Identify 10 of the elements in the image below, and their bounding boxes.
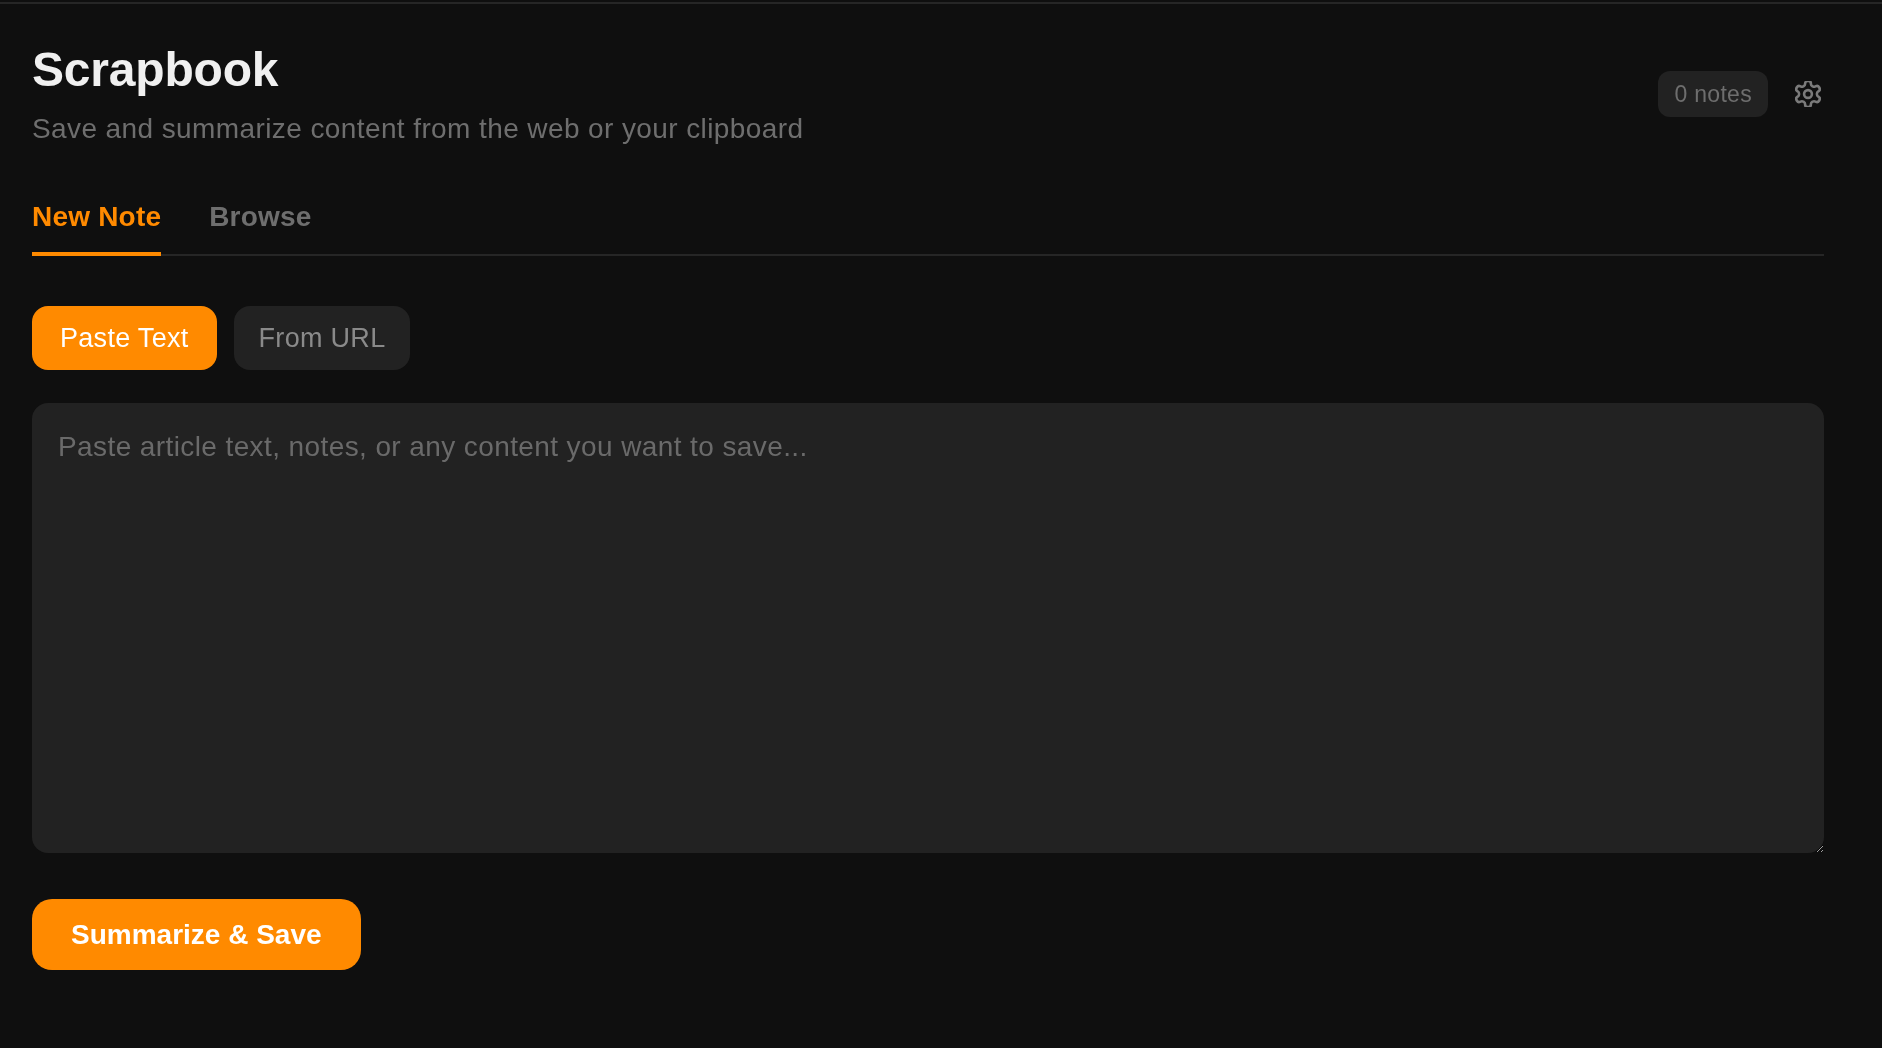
mode-toggle-button[interactable]: From URL: [233, 306, 411, 370]
settings-icon[interactable]: [1795, 81, 1821, 107]
content-field[interactable]: Paste article text, notes, or any content you want to save...: [32, 403, 1824, 853]
tab[interactable]: New Note: [32, 198, 162, 256]
summarize-save-button[interactable]: Summarize & Save: [32, 899, 361, 970]
app-subtitle: Save and summarize content from the web or your clipboard: [32, 113, 804, 145]
app-title: Scrapbook: [32, 42, 279, 98]
tab[interactable]: Browse: [209, 198, 312, 256]
note-count-badge: 0 notes: [1658, 71, 1768, 117]
mode-toggle-button[interactable]: Paste Text: [32, 306, 217, 370]
